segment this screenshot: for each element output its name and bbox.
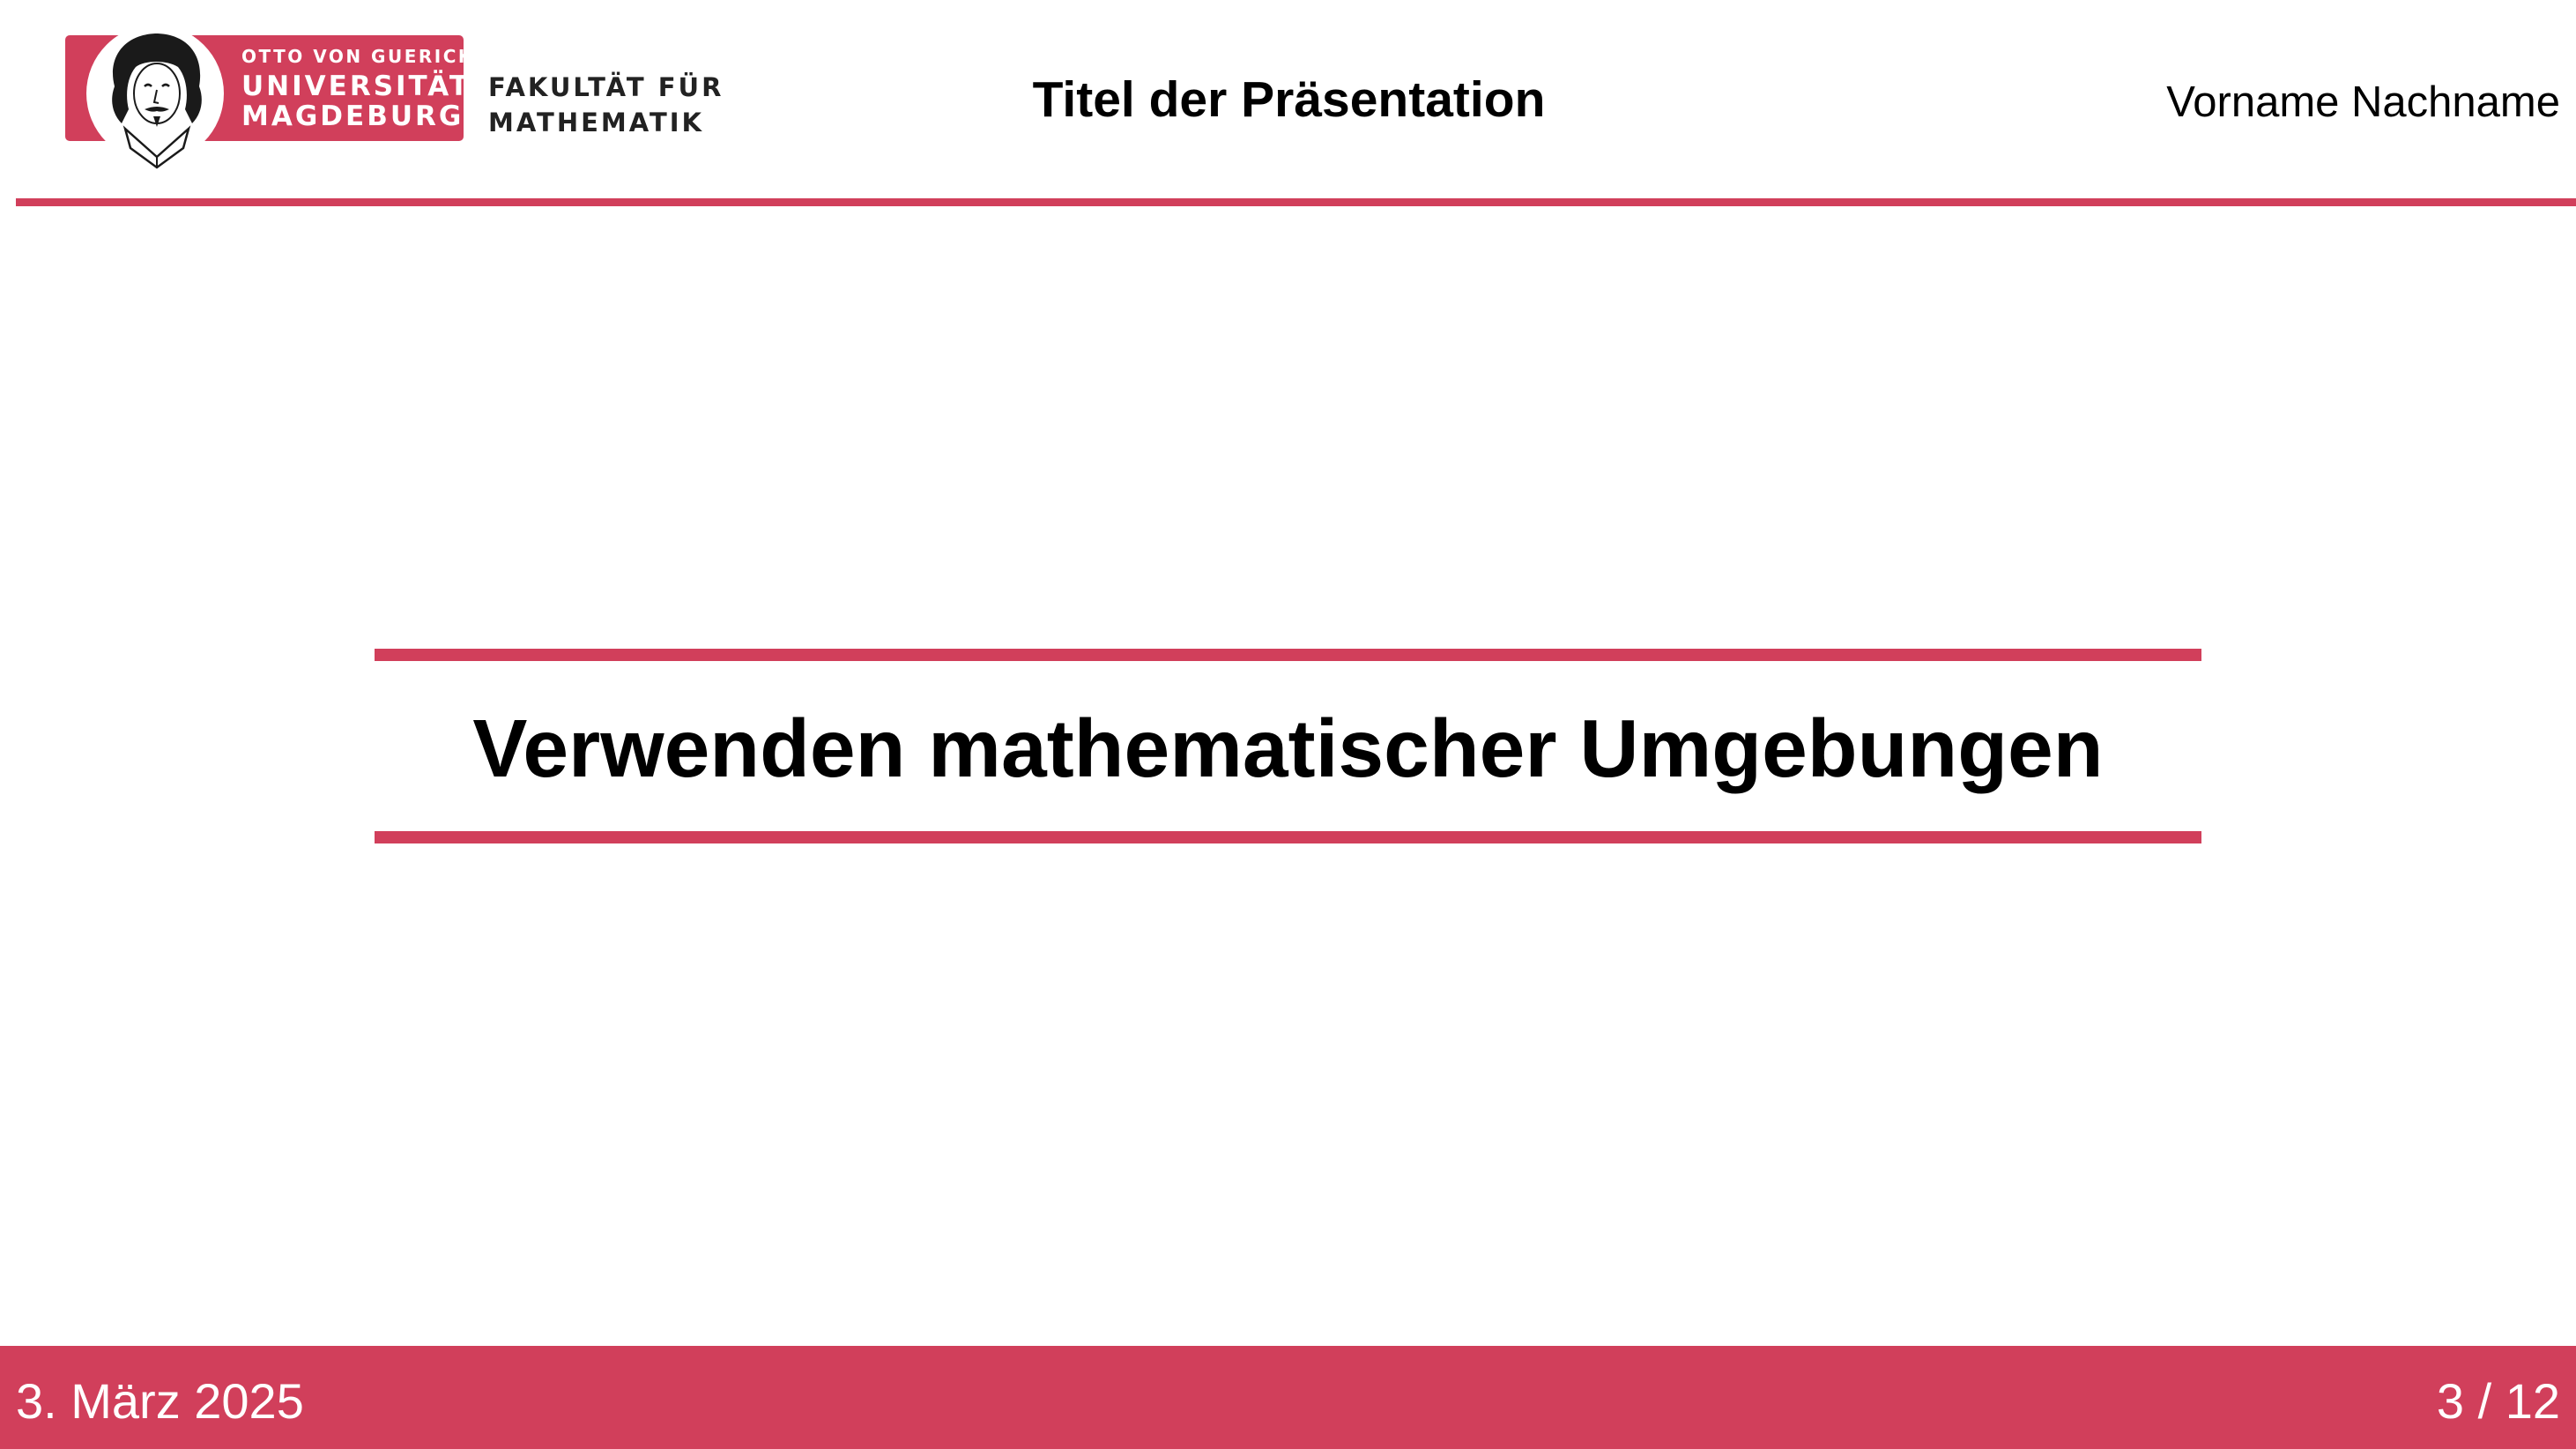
section-title: Verwenden mathematischer Umgebungen (472, 702, 2104, 794)
presentation-title: Titel der Präsentation (1032, 71, 1546, 128)
logo-line-2: UNIVERSITÄT (241, 71, 471, 102)
page-number: 3 / 12 (2436, 1373, 2560, 1429)
slide-footer: 3. März 2025 3 / 12 (0, 1346, 2576, 1449)
faculty-line-2: MATHEMATIK (488, 108, 705, 137)
guericke-portrait-icon (112, 33, 202, 169)
university-logo: OTTO VON GUERICKE UNIVERSITÄT MAGDEBURG … (16, 0, 721, 204)
header-divider (0, 198, 2576, 206)
faculty-line-1: FAKULTÄT FÜR (488, 72, 724, 102)
section-top-rule (375, 649, 2201, 661)
slide: OTTO VON GUERICKE UNIVERSITÄT MAGDEBURG … (0, 0, 2576, 1449)
logo-line-3: MAGDEBURG (241, 100, 464, 132)
section-bottom-rule (375, 831, 2201, 843)
author-name: Vorname Nachname (2166, 78, 2560, 126)
footer-date: 3. März 2025 (16, 1373, 304, 1429)
header-divider-gap (0, 198, 16, 206)
logo-line-1: OTTO VON GUERICKE (241, 46, 489, 67)
slide-header: OTTO VON GUERICKE UNIVERSITÄT MAGDEBURG … (0, 0, 2576, 208)
